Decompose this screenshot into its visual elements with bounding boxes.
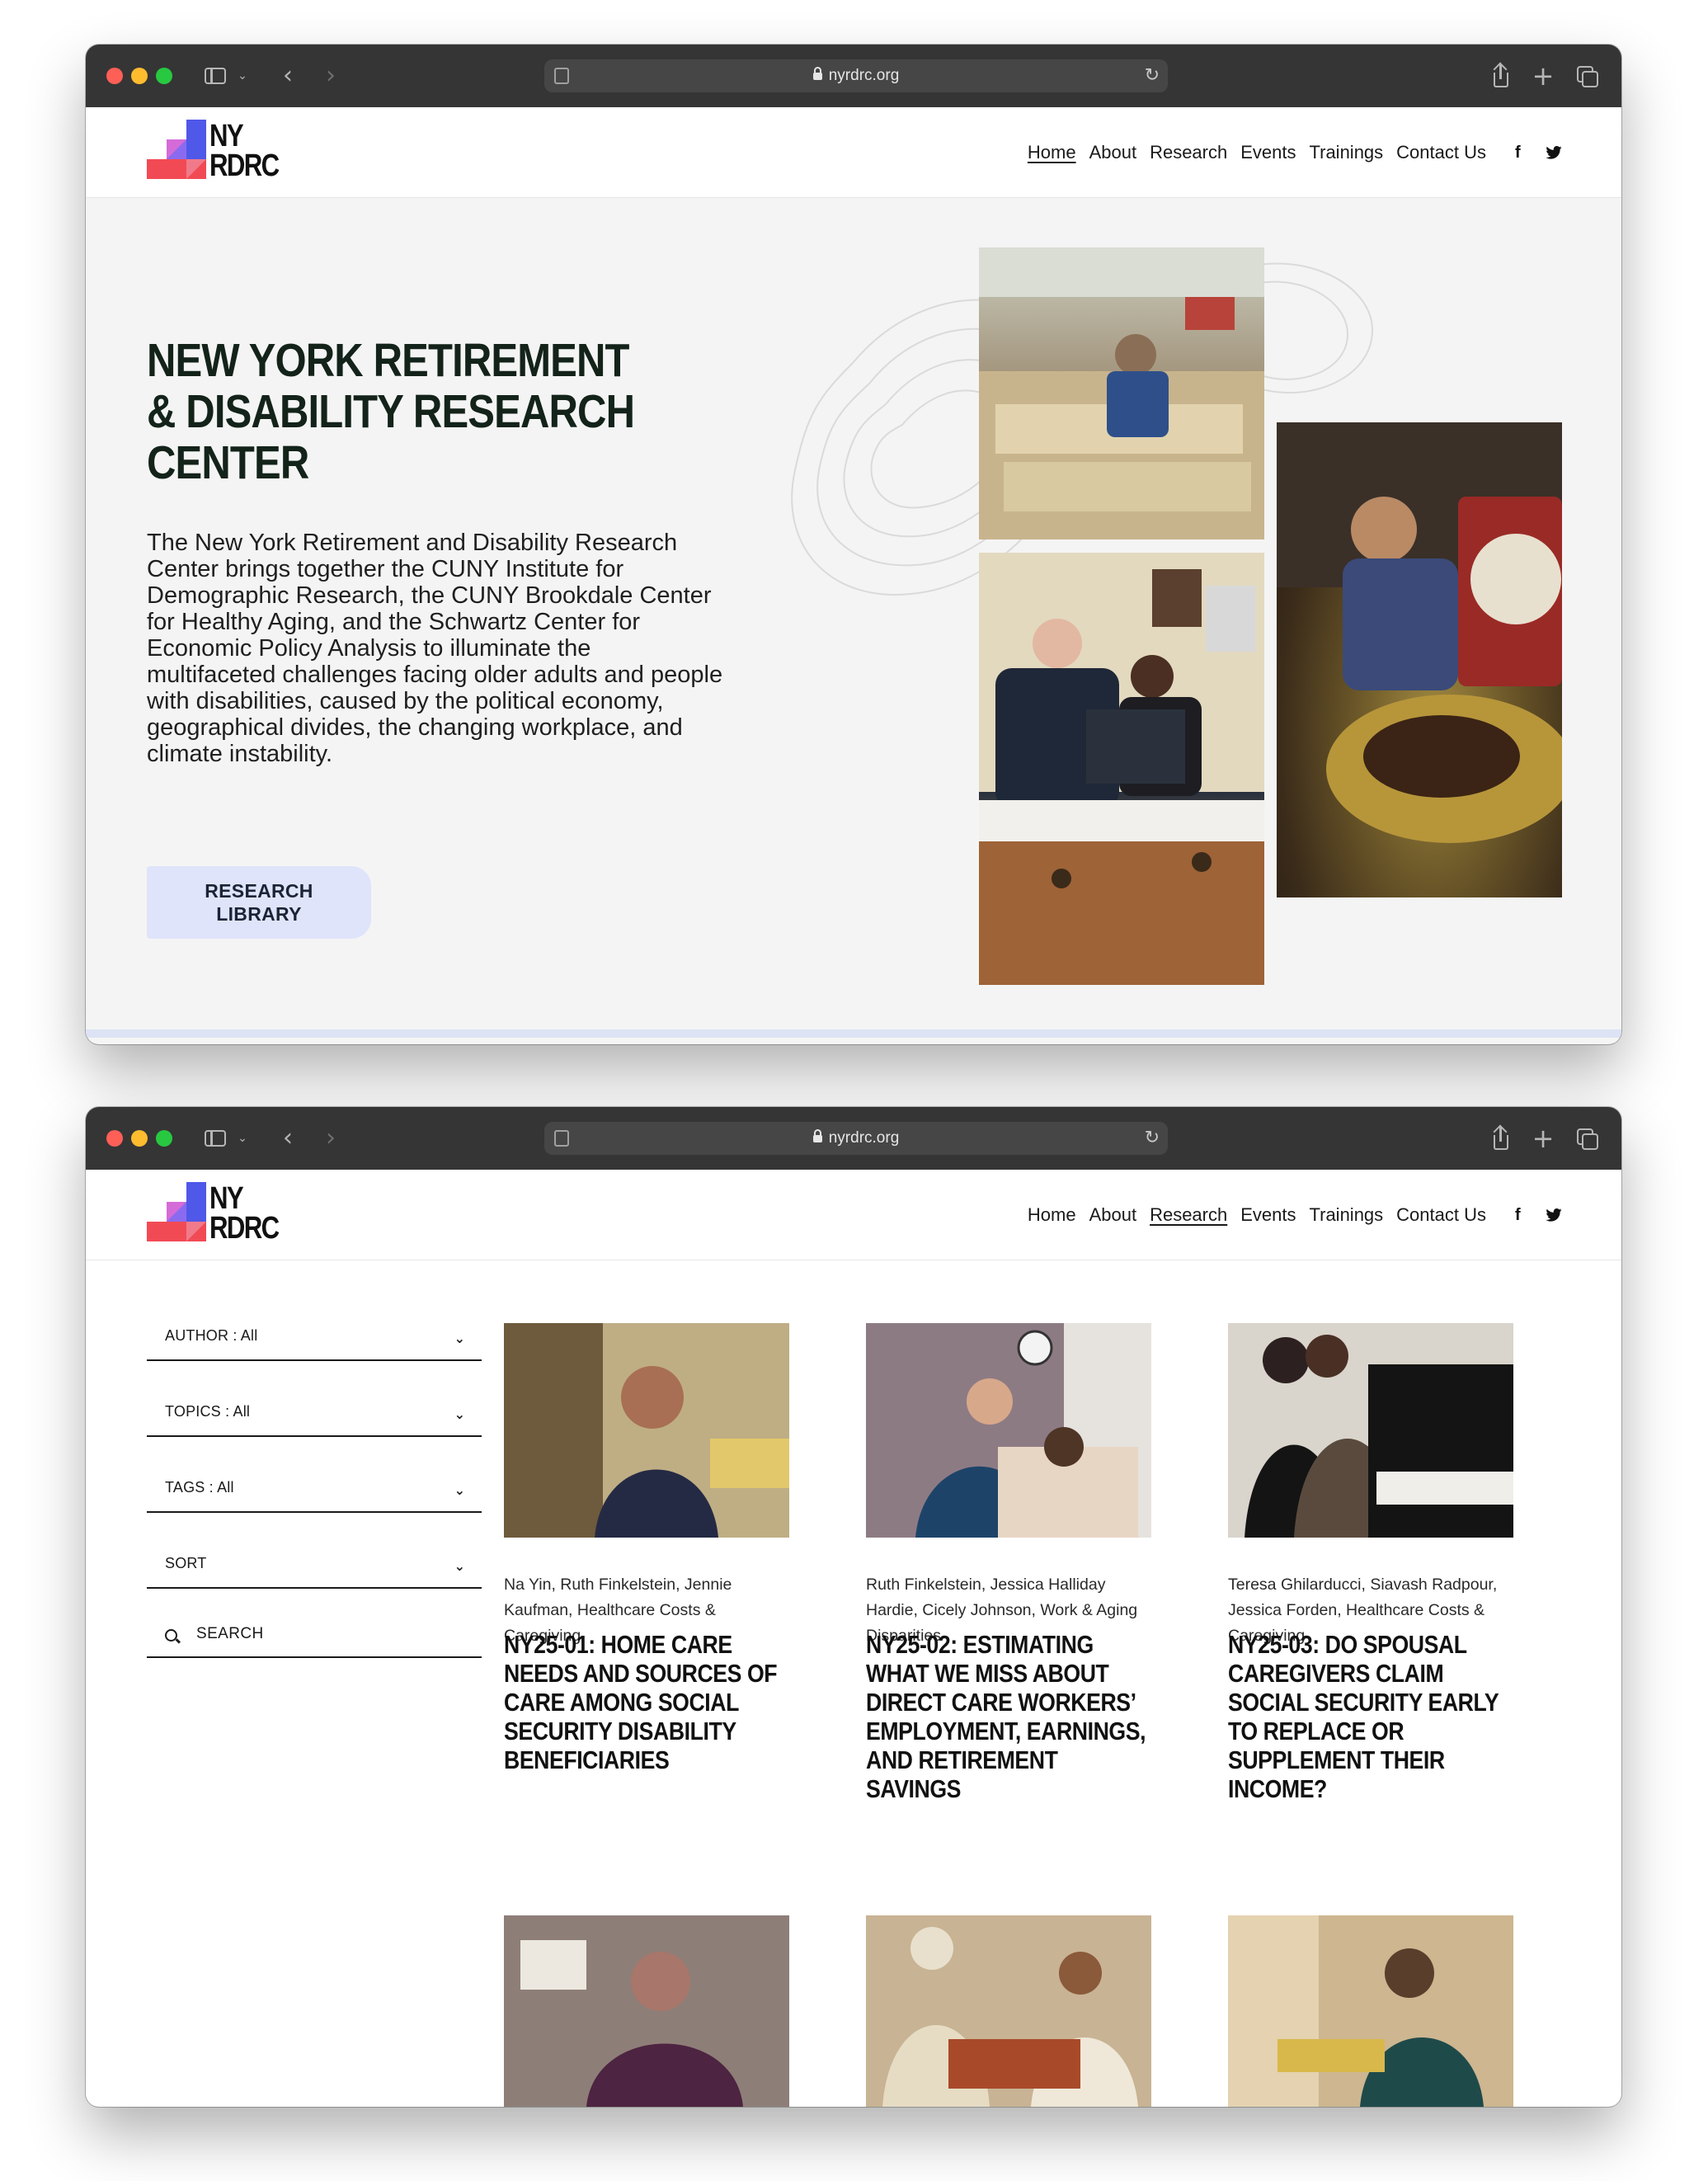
minimize-window-button[interactable] <box>131 1130 148 1147</box>
back-icon[interactable]: ‹ <box>275 61 300 91</box>
nav-home[interactable]: Home <box>1028 142 1076 163</box>
logo-text-ny: NY <box>209 1181 244 1216</box>
card-image[interactable] <box>504 1323 789 1538</box>
close-window-button[interactable] <box>106 68 123 84</box>
chevron-down-icon: ⌄ <box>454 1558 465 1574</box>
share-icon[interactable] <box>1488 61 1513 91</box>
chevron-down-icon[interactable]: ⌄ <box>234 61 251 91</box>
url-text[interactable]: nyrdrc.org <box>544 59 1168 92</box>
browser-window-home: ⌄ ‹ › nyrdrc.org ↻ + NY RDRC Home About … <box>86 45 1621 1044</box>
nav-research[interactable]: Research <box>1150 142 1227 163</box>
nav-trainings[interactable]: Trainings <box>1310 1204 1384 1226</box>
address-bar[interactable]: nyrdrc.org ↻ <box>544 1122 1168 1155</box>
browser-toolbar: ⌄ ‹ › nyrdrc.org ↻ + <box>86 1107 1621 1170</box>
nav-events[interactable]: Events <box>1240 142 1296 163</box>
logo-text-rdrc: RDRC <box>209 1211 280 1246</box>
page-title: NEW YORK RETIREMENT & DISABILITY RESEARC… <box>147 334 635 489</box>
card-title[interactable]: NY25-01: HOME CARE NEEDS AND SOURCES OF … <box>504 1630 788 1774</box>
browser-window-research: ⌄ ‹ › nyrdrc.org ↻ + NY RDRC Home About … <box>86 1107 1621 2107</box>
logo-mark <box>147 120 206 179</box>
new-tab-icon[interactable]: + <box>1531 1123 1555 1153</box>
url-label: nyrdrc.org <box>828 1129 900 1147</box>
nav-research[interactable]: Research <box>1150 1204 1227 1226</box>
site-header: NY RDRC Home About Research Events Train… <box>86 1170 1621 1260</box>
search-input[interactable]: SEARCH <box>147 1589 482 1658</box>
tags-filter-label: TAGS : All <box>165 1479 234 1496</box>
search-icon <box>165 1629 177 1642</box>
site-header: NY RDRC Home About Research Events Train… <box>86 107 1621 198</box>
browser-toolbar: ⌄ ‹ › nyrdrc.org ↻ + <box>86 45 1621 107</box>
back-icon[interactable]: ‹ <box>275 1123 300 1153</box>
twitter-icon[interactable] <box>1546 1170 1562 1260</box>
logo-mark <box>147 1182 206 1241</box>
topics-filter-label: TOPICS : All <box>165 1403 251 1420</box>
chevron-down-icon: ⌄ <box>454 1331 465 1346</box>
tags-filter[interactable]: TAGS : All ⌄ <box>147 1437 482 1513</box>
tab-overview-icon[interactable] <box>1574 61 1600 91</box>
button-line-2: LIBRARY <box>216 903 302 925</box>
forward-icon[interactable]: › <box>318 61 343 91</box>
new-tab-icon[interactable]: + <box>1531 61 1555 91</box>
site-logo[interactable]: NY RDRC <box>147 120 287 186</box>
sidebar-toggle-icon[interactable] <box>201 1123 228 1153</box>
close-window-button[interactable] <box>106 1130 123 1147</box>
minimize-window-button[interactable] <box>131 68 148 84</box>
sort-filter-label: SORT <box>165 1555 207 1571</box>
lock-icon <box>812 1129 822 1142</box>
nav-contact-us[interactable]: Contact Us <box>1396 142 1486 163</box>
main-nav: Home About Research Events Trainings Con… <box>1014 1170 1486 1260</box>
photo-office-workers <box>979 553 1264 985</box>
tab-overview-icon[interactable] <box>1574 1123 1600 1153</box>
nav-trainings[interactable]: Trainings <box>1310 142 1384 163</box>
card-title[interactable]: NY25-03: DO SPOUSAL CAREGIVERS CLAIM SOC… <box>1228 1630 1512 1803</box>
card-image[interactable] <box>504 1915 789 2107</box>
nav-about[interactable]: About <box>1089 1204 1137 1226</box>
card-image[interactable] <box>1228 1323 1513 1538</box>
logo-text-rdrc: RDRC <box>209 148 280 183</box>
twitter-icon[interactable] <box>1546 107 1562 198</box>
photo-man-weighing-coffee <box>1277 422 1562 897</box>
hero-section: NEW YORK RETIREMENT & DISABILITY RESEARC… <box>86 198 1621 1038</box>
hero-bottom-strip <box>86 1029 1621 1038</box>
nav-events[interactable]: Events <box>1240 1204 1296 1226</box>
address-bar[interactable]: nyrdrc.org ↻ <box>544 59 1168 92</box>
url-text[interactable]: nyrdrc.org <box>544 1122 1168 1155</box>
share-icon[interactable] <box>1488 1123 1513 1153</box>
button-line-1: RESEARCH <box>205 880 313 902</box>
zoom-window-button[interactable] <box>156 1130 172 1147</box>
author-filter-label: AUTHOR : All <box>165 1327 258 1344</box>
reload-icon[interactable]: ↻ <box>1145 1122 1160 1155</box>
nav-about[interactable]: About <box>1089 142 1137 163</box>
topics-filter[interactable]: TOPICS : All ⌄ <box>147 1361 482 1437</box>
hero-description: The New York Retirement and Disability R… <box>147 530 723 767</box>
main-nav: Home About Research Events Trainings Con… <box>1014 107 1486 198</box>
url-label: nyrdrc.org <box>828 67 900 84</box>
nav-contact-us[interactable]: Contact Us <box>1396 1204 1486 1226</box>
facebook-icon[interactable]: f <box>1515 107 1521 198</box>
reload-icon[interactable]: ↻ <box>1145 59 1160 92</box>
lock-icon <box>812 67 822 80</box>
chevron-down-icon[interactable]: ⌄ <box>234 1123 251 1153</box>
card-image[interactable] <box>866 1915 1151 2107</box>
nav-home[interactable]: Home <box>1028 1204 1076 1226</box>
site-logo[interactable]: NY RDRC <box>147 1182 287 1248</box>
logo-text-ny: NY <box>209 119 244 153</box>
card-title[interactable]: NY25-02: ESTIMATING WHAT WE MISS ABOUT D… <box>866 1630 1150 1803</box>
chevron-down-icon: ⌄ <box>454 1406 465 1422</box>
search-placeholder: SEARCH <box>196 1625 264 1642</box>
facebook-icon[interactable]: f <box>1515 1170 1521 1260</box>
chevron-down-icon: ⌄ <box>454 1482 465 1498</box>
research-library-button[interactable]: RESEARCH LIBRARY <box>147 866 371 939</box>
photo-worker-at-bench <box>979 247 1264 539</box>
forward-icon[interactable]: › <box>318 1123 343 1153</box>
card-image[interactable] <box>866 1323 1151 1538</box>
author-filter[interactable]: AUTHOR : All ⌄ <box>147 1310 482 1361</box>
filter-panel: AUTHOR : All ⌄ TOPICS : All ⌄ TAGS : All… <box>147 1310 482 1658</box>
sidebar-toggle-icon[interactable] <box>201 61 228 91</box>
card-image[interactable] <box>1228 1915 1513 2107</box>
zoom-window-button[interactable] <box>156 68 172 84</box>
sort-filter[interactable]: SORT ⌄ <box>147 1513 482 1589</box>
